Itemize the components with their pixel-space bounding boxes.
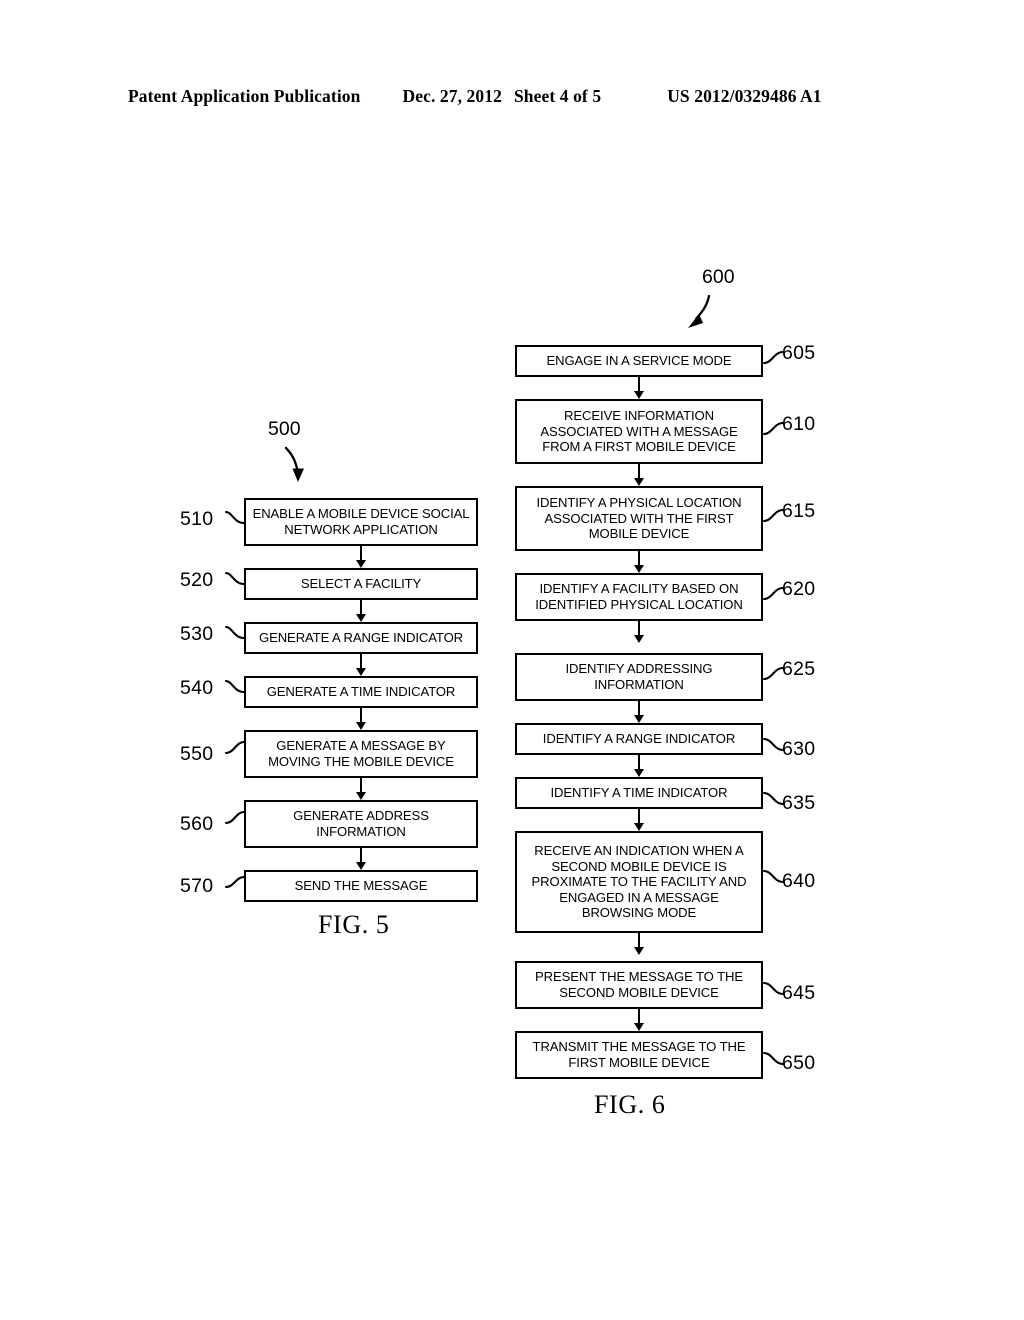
fig6-step-605-box: ENGAGE IN A SERVICE MODE — [515, 345, 763, 377]
fig6-step-615-box: IDENTIFY A PHYSICAL LOCATION ASSOCIATED … — [515, 486, 763, 551]
fig6-connector-610-615 — [633, 464, 645, 486]
fig6-step-620-box: IDENTIFY A FACILITY BASED ON IDENTIFIED … — [515, 573, 763, 621]
fig6-step-625-box: IDENTIFY ADDRESSING INFORMATION — [515, 653, 763, 701]
fig6-step-615-text: IDENTIFY A PHYSICAL LOCATION ASSOCIATED … — [536, 495, 742, 542]
fig5-step-530-text: GENERATE A RANGE INDICATOR — [258, 630, 464, 646]
fig5-leader-570 — [224, 875, 246, 889]
fig6-ref-650: 650 — [782, 1052, 816, 1074]
figure-6-caption: FIG. 6 — [594, 1090, 666, 1119]
fig5-step-540-box: GENERATE A TIME INDICATOR — [244, 676, 478, 708]
fig5-leader-540 — [224, 679, 246, 694]
fig6-step-640-text: RECEIVE AN INDICATION WHEN A SECOND MOBI… — [531, 843, 747, 921]
fig5-leader-560 — [224, 810, 246, 825]
fig5-connector-560-570 — [355, 848, 367, 870]
fig6-connector-615-620 — [633, 551, 645, 573]
fig6-connector-640-645 — [633, 933, 645, 955]
fig6-ref-640: 640 — [782, 870, 816, 892]
fig6-step-635-text: IDENTIFY A TIME INDICATOR — [550, 785, 728, 801]
fig6-step-645-text: PRESENT THE MESSAGE TO THE SECOND MOBILE… — [535, 969, 743, 1000]
fig5-leader-530 — [224, 625, 246, 640]
fig5-step-510-box: ENABLE A MOBILE DEVICE SOCIAL NETWORK AP… — [244, 498, 478, 546]
fig5-ref-550: 550 — [180, 743, 214, 765]
fig5-ref-510: 510 — [180, 508, 214, 530]
fig6-connector-620-625 — [633, 621, 645, 643]
fig5-step-570-box: SEND THE MESSAGE — [244, 870, 478, 902]
fig5-leader-550 — [224, 740, 246, 755]
fig6-ref-625: 625 — [782, 658, 816, 680]
fig5-ref-560: 560 — [180, 813, 214, 835]
header-sheet-label: Sheet 4 of 5 — [513, 86, 602, 106]
fig5-connector-520-530 — [355, 600, 367, 622]
fig5-step-550-text: GENERATE A MESSAGE BY MOVING THE MOBILE … — [268, 738, 454, 769]
fig6-connector-630-635 — [633, 755, 645, 777]
fig6-step-620-text: IDENTIFY A FACILITY BASED ON IDENTIFIED … — [535, 581, 743, 612]
fig5-step-570-text: SEND THE MESSAGE — [294, 878, 428, 894]
header-date-label: Dec. 27, 2012 — [402, 86, 502, 106]
fig6-connector-605-610 — [633, 377, 645, 399]
fig5-step-560-box: GENERATE ADDRESS INFORMATION — [244, 800, 478, 848]
fig5-leader-520 — [224, 571, 246, 586]
fig6-ref-635: 635 — [782, 792, 816, 814]
fig6-ref-605: 605 — [782, 342, 816, 364]
figure-6: 600 ENGAGE IN A SERVICE MODE 605 RECEIVE… — [490, 250, 850, 1130]
fig6-step-605-text: ENGAGE IN A SERVICE MODE — [546, 353, 732, 369]
fig6-step-650-text: TRANSMIT THE MESSAGE TO THE FIRST MOBILE… — [532, 1039, 746, 1070]
fig6-ref-620: 620 — [782, 578, 816, 600]
fig5-connector-530-540 — [355, 654, 367, 676]
fig6-connector-625-630 — [633, 701, 645, 723]
fig6-step-630-text: IDENTIFY A RANGE INDICATOR — [542, 731, 736, 747]
fig5-step-530-box: GENERATE A RANGE INDICATOR — [244, 622, 478, 654]
fig6-ref-630: 630 — [782, 738, 816, 760]
fig5-ref-570: 570 — [180, 875, 214, 897]
fig6-step-625-text: IDENTIFY ADDRESSING INFORMATION — [565, 661, 713, 692]
fig6-step-610-box: RECEIVE INFORMATION ASSOCIATED WITH A ME… — [515, 399, 763, 464]
figure-5-id-arrow — [284, 446, 304, 482]
figure-5-caption: FIG. 5 — [318, 910, 390, 939]
figure-5-id-label: 500 — [268, 418, 301, 440]
fig6-step-610-text: RECEIVE INFORMATION ASSOCIATED WITH A ME… — [540, 408, 738, 455]
fig6-ref-610: 610 — [782, 413, 816, 435]
fig5-ref-540: 540 — [180, 677, 214, 699]
fig5-step-520-text: SELECT A FACILITY — [300, 576, 422, 592]
page-header: Patent Application Publication Dec. 27, … — [128, 86, 896, 110]
fig5-step-520-box: SELECT A FACILITY — [244, 568, 478, 600]
fig5-step-510-text: ENABLE A MOBILE DEVICE SOCIAL NETWORK AP… — [252, 506, 470, 537]
fig6-step-640-box: RECEIVE AN INDICATION WHEN A SECOND MOBI… — [515, 831, 763, 933]
fig5-connector-510-520 — [355, 546, 367, 568]
fig5-step-550-box: GENERATE A MESSAGE BY MOVING THE MOBILE … — [244, 730, 478, 778]
fig6-step-645-box: PRESENT THE MESSAGE TO THE SECOND MOBILE… — [515, 961, 763, 1009]
fig6-step-630-box: IDENTIFY A RANGE INDICATOR — [515, 723, 763, 755]
fig5-connector-540-550 — [355, 708, 367, 730]
fig6-ref-645: 645 — [782, 982, 816, 1004]
fig6-connector-635-640 — [633, 809, 645, 831]
figure-6-id-arrow — [688, 294, 711, 328]
fig5-ref-520: 520 — [180, 569, 214, 591]
header-publication-label: Patent Application Publication — [128, 86, 361, 106]
fig5-leader-510 — [224, 510, 246, 525]
figure-6-id-label: 600 — [702, 266, 735, 288]
fig6-ref-615: 615 — [782, 500, 816, 522]
fig5-step-540-text: GENERATE A TIME INDICATOR — [266, 684, 456, 700]
fig6-step-635-box: IDENTIFY A TIME INDICATOR — [515, 777, 763, 809]
fig5-step-560-text: GENERATE ADDRESS INFORMATION — [293, 808, 429, 839]
header-document-number: US 2012/0329486 A1 — [667, 86, 822, 106]
figure-5: 500 ENABLE A MOBILE DEVICE SOCIAL NETWOR… — [180, 400, 500, 960]
fig5-connector-550-560 — [355, 778, 367, 800]
fig6-step-650-box: TRANSMIT THE MESSAGE TO THE FIRST MOBILE… — [515, 1031, 763, 1079]
fig6-connector-645-650 — [633, 1009, 645, 1031]
fig5-ref-530: 530 — [180, 623, 214, 645]
